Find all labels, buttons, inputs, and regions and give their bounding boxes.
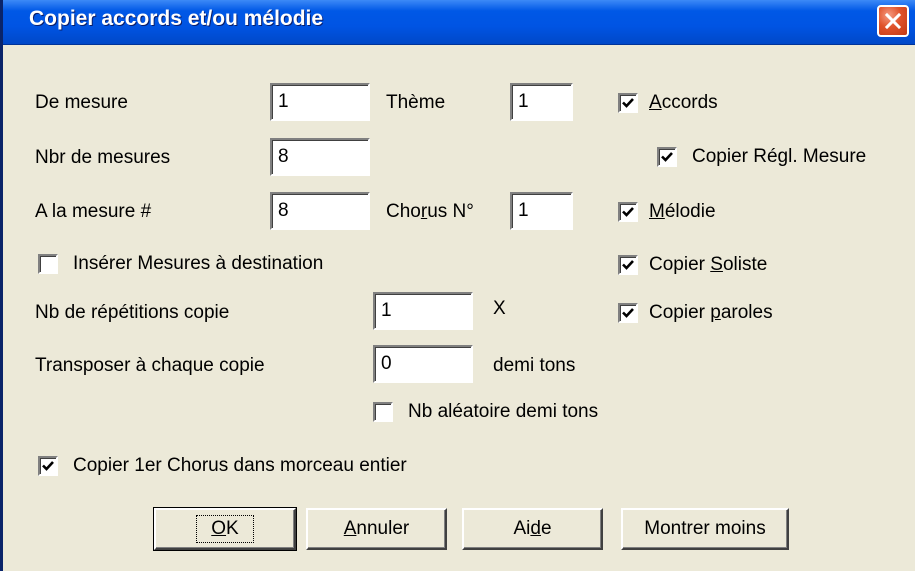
melodie-checkbox[interactable] (618, 202, 638, 222)
copier-soliste-checkbox[interactable] (618, 255, 638, 275)
copier-1er-chorus-checkbox[interactable] (38, 456, 58, 476)
checkmark-icon (622, 207, 634, 217)
de-mesure-label: De mesure (35, 92, 128, 113)
theme-label: Thème (386, 92, 446, 113)
copier-regl-mesure-label: Copier Régl. Mesure (692, 146, 867, 167)
de-mesure-field[interactable]: 1 (270, 83, 370, 121)
checkmark-icon (622, 98, 634, 108)
checkmark-icon (622, 308, 634, 318)
nb-aleatoire-label: Nb aléatoire demi tons (408, 401, 599, 422)
annuler-button-label: Annuler (343, 518, 410, 539)
nbr-de-mesures-label: Nbr de mesures (35, 147, 171, 168)
nb-repetitions-field[interactable]: 1 (373, 292, 473, 330)
inserer-mesures-checkbox[interactable] (38, 254, 58, 274)
montrer-moins-button-label: Montrer moins (644, 518, 766, 539)
a-la-mesure-field[interactable]: 8 (270, 192, 370, 230)
copier-soliste-label: Copier Soliste (649, 254, 768, 275)
chorus-no-field[interactable]: 1 (510, 192, 573, 230)
copier-paroles-label: Copier paroles (649, 302, 773, 323)
copier-paroles-checkbox[interactable] (618, 303, 638, 323)
nb-aleatoire-checkbox[interactable] (373, 402, 393, 422)
montrer-moins-button[interactable]: Montrer moins (621, 508, 789, 550)
checkmark-icon (42, 461, 54, 471)
nbr-de-mesures-field[interactable]: 8 (270, 138, 370, 176)
dialog-title: Copier accords et/ou mélodie (29, 7, 324, 30)
checkmark-icon (622, 260, 634, 270)
theme-field[interactable]: 1 (510, 83, 573, 121)
transposer-field[interactable]: 0 (373, 345, 473, 383)
close-icon (884, 12, 902, 30)
melodie-label: Mélodie (649, 201, 716, 222)
annuler-button[interactable]: Annuler (306, 508, 447, 550)
copier-regl-mesure-checkbox[interactable] (657, 147, 677, 167)
copier-1er-chorus-label: Copier 1er Chorus dans morceau entier (73, 455, 407, 476)
a-la-mesure-label: A la mesure # (35, 201, 152, 222)
inserer-mesures-label: Insérer Mesures à destination (73, 253, 324, 274)
chorus-no-label: Chorus N° (386, 201, 474, 222)
ok-button-label: OK (196, 515, 254, 543)
ok-button[interactable]: OK (153, 507, 297, 551)
aide-button[interactable]: Aide (462, 508, 603, 550)
accords-label: Accords (649, 92, 718, 113)
nb-repetitions-label: Nb de répétitions copie (35, 302, 230, 323)
repetitions-suffix: X (493, 298, 506, 319)
close-button[interactable] (877, 5, 909, 37)
title-bar[interactable]: Copier accords et/ou mélodie (3, 0, 915, 45)
transposer-label: Transposer à chaque copie (35, 355, 265, 376)
aide-button-label: Aide (513, 518, 552, 539)
dialog-window: Copier accords et/ou mélodie De mesure 1… (0, 0, 915, 571)
demi-tons-suffix: demi tons (493, 355, 576, 376)
checkmark-icon (661, 152, 673, 162)
accords-checkbox[interactable] (618, 93, 638, 113)
